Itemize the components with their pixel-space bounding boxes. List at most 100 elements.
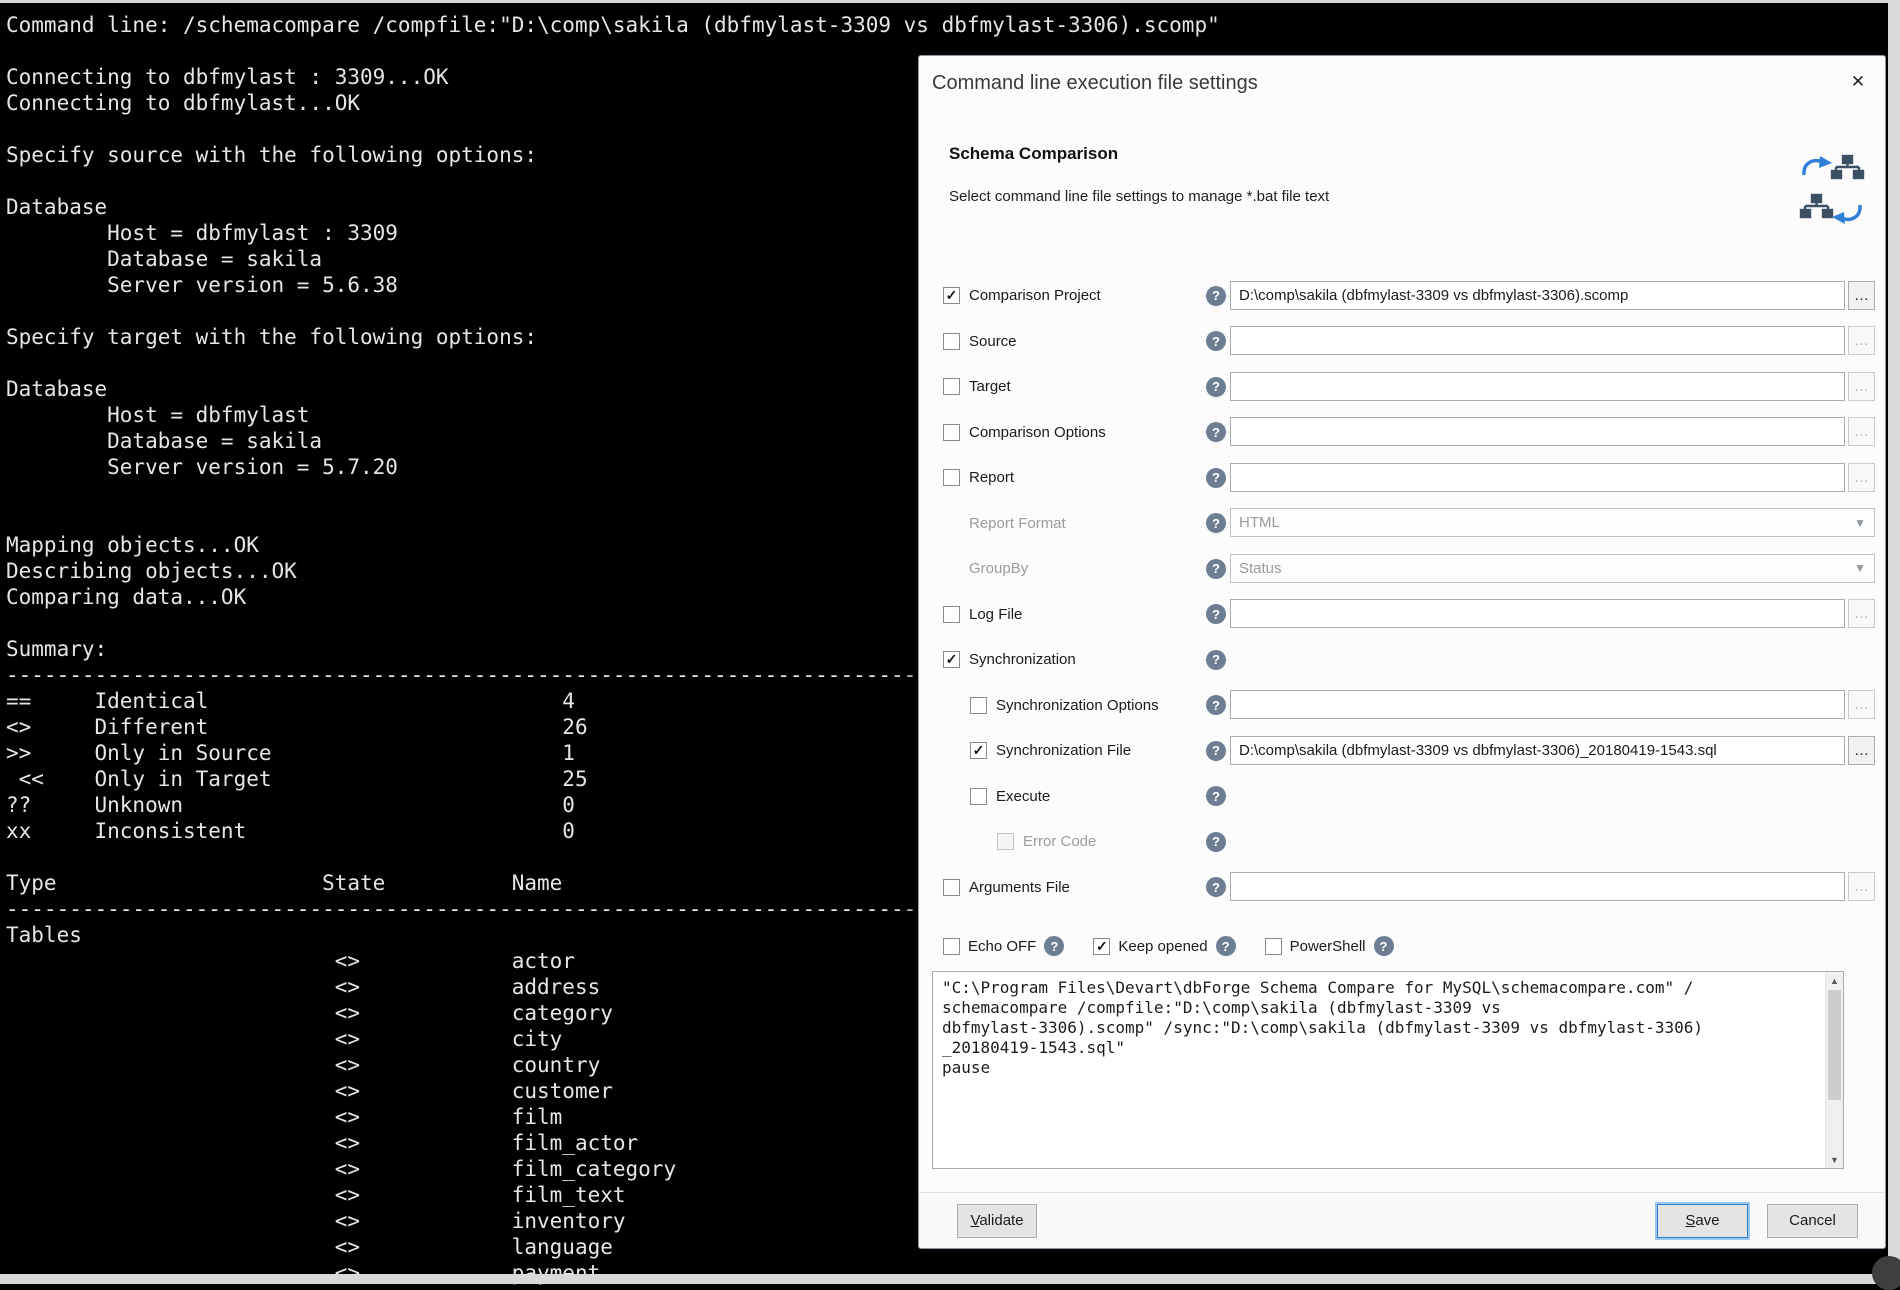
target-label: Target xyxy=(969,378,1011,395)
keep-opened-label: Keep opened xyxy=(1118,938,1207,955)
target-input[interactable] xyxy=(1230,372,1845,401)
toggle-keep-opened: ✓ Keep opened? xyxy=(1093,936,1235,956)
row-target: Target? … xyxy=(919,364,1885,410)
scrollbar-thumb[interactable] xyxy=(1828,990,1841,1100)
report-format-label: Report Format xyxy=(969,515,1066,532)
report-label: Report xyxy=(969,469,1014,486)
comparison-project-help-icon[interactable]: ? xyxy=(1206,286,1226,306)
comparison-project-label: Comparison Project xyxy=(969,287,1101,304)
report-input[interactable] xyxy=(1230,463,1845,492)
row-execute: Execute? xyxy=(919,774,1885,820)
synchronization-checkbox[interactable]: ✓ xyxy=(943,651,960,668)
row-error-code: Error Code? xyxy=(919,819,1885,865)
row-report-format: Report Format?HTML▼ xyxy=(919,501,1885,547)
source-help-icon[interactable]: ? xyxy=(1206,331,1226,351)
powershell-help-icon[interactable]: ? xyxy=(1374,936,1394,956)
synchronization-options-input[interactable] xyxy=(1230,690,1845,719)
arguments-file-checkbox[interactable] xyxy=(943,879,960,896)
report-help-icon[interactable]: ? xyxy=(1206,468,1226,488)
chevron-down-icon: ▼ xyxy=(1854,561,1866,575)
dialog-footer: Validate Save Cancel xyxy=(919,1192,1885,1248)
comparison-options-help-icon[interactable]: ? xyxy=(1206,422,1226,442)
comparison-options-input[interactable] xyxy=(1230,417,1845,446)
dialog-title: Command line execution file settings xyxy=(932,72,1258,95)
error-code-help-icon[interactable]: ? xyxy=(1206,832,1226,852)
settings-rows: ✓Comparison Project?D:\comp\sakila (dbfm… xyxy=(919,273,1885,910)
comparison-options-label: Comparison Options xyxy=(969,424,1106,441)
groupby-select[interactable]: Status▼ xyxy=(1230,554,1875,583)
row-log-file: Log File? … xyxy=(919,592,1885,638)
synchronization-options-checkbox[interactable] xyxy=(970,697,987,714)
row-groupby: GroupBy?Status▼ xyxy=(919,546,1885,592)
echo-off-checkbox[interactable] xyxy=(943,938,960,955)
target-checkbox[interactable] xyxy=(943,378,960,395)
toggle-echo-off: Echo OFF? xyxy=(943,936,1064,956)
source-browse-button[interactable]: … xyxy=(1848,326,1875,355)
arguments-file-input[interactable] xyxy=(1230,872,1845,901)
report-format-select[interactable]: HTML▼ xyxy=(1230,508,1875,537)
comparison-project-checkbox[interactable]: ✓ xyxy=(943,287,960,304)
keep-opened-help-icon[interactable]: ? xyxy=(1216,936,1236,956)
target-help-icon[interactable]: ? xyxy=(1206,377,1226,397)
arguments-file-help-icon[interactable]: ? xyxy=(1206,877,1226,897)
screen: { "terminal": { "intro_lines": [ "Comman… xyxy=(0,0,1900,1284)
powershell-checkbox[interactable] xyxy=(1265,938,1282,955)
groupby-label: GroupBy xyxy=(969,560,1028,577)
arguments-file-browse-button[interactable]: … xyxy=(1848,872,1875,901)
target-browse-button[interactable]: … xyxy=(1848,372,1875,401)
groupby-help-icon[interactable]: ? xyxy=(1206,559,1226,579)
error-code-checkbox[interactable] xyxy=(997,833,1014,850)
cancel-button[interactable]: Cancel xyxy=(1767,1204,1858,1238)
row-source: Source? … xyxy=(919,319,1885,365)
comparison-project-input[interactable]: D:\comp\sakila (dbfmylast-3309 vs dbfmyl… xyxy=(1230,281,1845,310)
toggle-powershell: PowerShell? xyxy=(1265,936,1394,956)
report-format-help-icon[interactable]: ? xyxy=(1206,513,1226,533)
synchronization-file-help-icon[interactable]: ? xyxy=(1206,741,1226,761)
row-synchronization-file: ✓Synchronization File?D:\comp\sakila (db… xyxy=(919,728,1885,774)
textarea-scrollbar[interactable]: ▲ ▼ xyxy=(1825,972,1843,1168)
source-label: Source xyxy=(969,333,1017,350)
schema-compare-icon xyxy=(1799,154,1865,226)
execute-help-icon[interactable]: ? xyxy=(1206,786,1226,806)
synchronization-label: Synchronization xyxy=(969,651,1076,668)
scroll-down-icon[interactable]: ▼ xyxy=(1826,1151,1843,1168)
row-arguments-file: Arguments File?… xyxy=(919,865,1885,911)
synchronization-file-checkbox[interactable]: ✓ xyxy=(970,742,987,759)
chevron-down-icon: ▼ xyxy=(1854,516,1866,530)
error-code-label: Error Code xyxy=(1023,833,1096,850)
window-frame-top xyxy=(0,0,1900,3)
synchronization-options-help-icon[interactable]: ? xyxy=(1206,695,1226,715)
comparison-options-browse-button[interactable]: … xyxy=(1848,417,1875,446)
powershell-label: PowerShell xyxy=(1290,938,1366,955)
toggle-row: Echo OFF?✓Keep opened?PowerShell? xyxy=(943,936,1394,956)
row-comparison-project: ✓ Comparison Project?D:\comp\sakila (dbfm… xyxy=(919,273,1885,319)
log-file-checkbox[interactable] xyxy=(943,606,960,623)
comparison-project-browse-button[interactable]: … xyxy=(1848,281,1875,310)
row-comparison-options: Comparison Options? … xyxy=(919,410,1885,456)
dialog-heading: Schema Comparison xyxy=(949,144,1118,164)
report-browse-button[interactable]: … xyxy=(1848,463,1875,492)
synchronization-options-label: Synchronization Options xyxy=(996,697,1159,714)
close-icon[interactable]: ✕ xyxy=(1843,66,1873,96)
scroll-up-icon[interactable]: ▲ xyxy=(1826,972,1843,989)
source-checkbox[interactable] xyxy=(943,333,960,350)
log-file-label: Log File xyxy=(969,606,1022,623)
report-checkbox[interactable] xyxy=(943,469,960,486)
keep-opened-checkbox[interactable]: ✓ xyxy=(1093,938,1110,955)
save-button[interactable]: Save xyxy=(1657,1204,1748,1238)
validate-button[interactable]: Validate xyxy=(957,1204,1037,1238)
synchronization-options-browse-button[interactable]: … xyxy=(1848,690,1875,719)
echo-off-help-icon[interactable]: ? xyxy=(1044,936,1064,956)
synchronization-file-input[interactable]: D:\comp\sakila (dbfmylast-3309 vs dbfmyl… xyxy=(1230,736,1845,765)
synchronization-help-icon[interactable]: ? xyxy=(1206,650,1226,670)
window-frame-right xyxy=(1888,0,1900,1284)
log-file-input[interactable] xyxy=(1230,599,1845,628)
execute-checkbox[interactable] xyxy=(970,788,987,805)
synchronization-file-browse-button[interactable]: … xyxy=(1848,736,1875,765)
log-file-help-icon[interactable]: ? xyxy=(1206,604,1226,624)
comparison-options-checkbox[interactable] xyxy=(943,424,960,441)
source-input[interactable] xyxy=(1230,326,1845,355)
bat-file-text[interactable]: "C:\Program Files\Devart\dbForge Schema … xyxy=(933,972,1843,1084)
echo-off-label: Echo OFF xyxy=(968,938,1036,955)
log-file-browse-button[interactable]: … xyxy=(1848,599,1875,628)
